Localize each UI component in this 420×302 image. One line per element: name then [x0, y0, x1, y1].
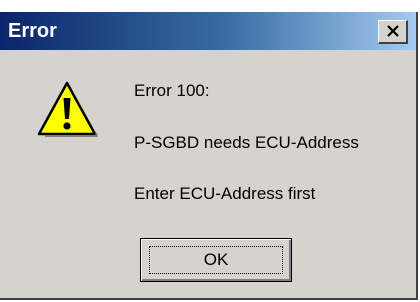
error-message-text: P-SGBD needs ECU-Address	[134, 133, 359, 152]
ok-button-label: OK	[203, 250, 229, 269]
title-bar[interactable]: Error	[0, 12, 416, 50]
ok-button[interactable]: OK	[140, 238, 292, 282]
window-title: Error	[8, 20, 57, 42]
warning-icon	[37, 81, 98, 137]
close-button[interactable]	[378, 20, 408, 44]
error-hint-text: Enter ECU-Address first	[134, 184, 316, 203]
error-code-text: Error 100:	[134, 81, 210, 100]
error-dialog: Error Error 100: P-SGBD needs ECU-Addres…	[0, 12, 418, 300]
close-icon	[387, 25, 399, 37]
